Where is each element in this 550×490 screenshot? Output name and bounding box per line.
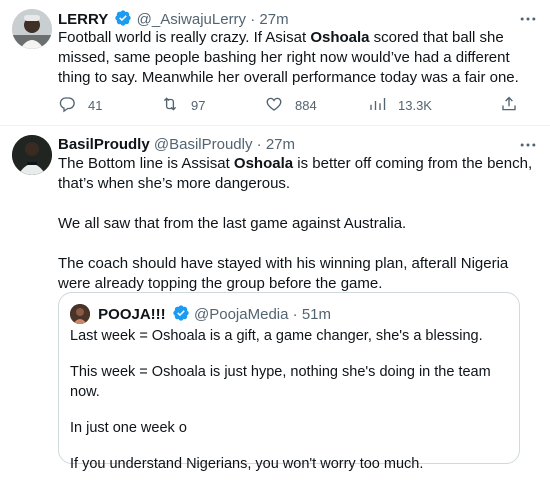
quoted-author-name[interactable]: POOJA!!! [98, 306, 166, 323]
tweet-text-part: Football world is really crazy. If Asisa… [58, 29, 311, 46]
views-button[interactable]: 13.3K [368, 95, 432, 115]
tweet-paragraph: The Bottom line is Assisat Oshoala is be… [58, 154, 538, 194]
tweet-text: Football world is really crazy. If Asisa… [58, 28, 538, 88]
verified-icon [172, 304, 190, 328]
tweet-text: The Bottom line is Assisat Oshoala is be… [58, 154, 538, 294]
like-icon [265, 95, 295, 116]
tweet-text-part: The Bottom line is Assisat [58, 155, 234, 172]
retweet-button[interactable]: 97 [161, 95, 205, 115]
author-name[interactable]: LERRY [58, 11, 108, 28]
retweet-icon [161, 95, 191, 116]
tweet-header: BasilProudly @BasilProudly · 27m [58, 135, 538, 155]
author-name[interactable]: BasilProudly [58, 136, 150, 153]
quoted-paragraph: If you understand Nigerians, you won't w… [70, 456, 424, 472]
tweet-text-highlight: Oshoala [233, 155, 294, 172]
retweet-count: 97 [191, 97, 206, 113]
timestamp[interactable]: 27m [259, 11, 288, 28]
separator-dot: · [292, 306, 298, 323]
quoted-paragraph: This week = Oshoala is just hype, nothin… [70, 364, 491, 400]
share-icon [500, 95, 530, 116]
quoted-paragraph: In just one week o [70, 420, 187, 436]
quoted-tweet-text: Last week = Oshoala is a gift, a game ch… [70, 326, 508, 490]
views-count: 13.3K [398, 97, 432, 113]
quoted-author-handle[interactable]: @PoojaMedia [194, 306, 288, 323]
tweet-actions: 41 97 884 13.3K [58, 95, 538, 115]
separator-dot: · [256, 136, 262, 153]
quoted-avatar[interactable] [70, 304, 90, 324]
timestamp[interactable]: 27m [266, 136, 295, 153]
author-handle[interactable]: @_AsiwajuLerry [137, 11, 246, 28]
views-icon [368, 95, 398, 116]
avatar[interactable] [12, 9, 52, 49]
separator-dot: · [250, 11, 256, 28]
tweet[interactable]: BasilProudly @BasilProudly · 27m The Bot… [0, 126, 550, 472]
author-handle[interactable]: @BasilProudly [154, 136, 253, 153]
quoted-timestamp[interactable]: 51m [302, 306, 331, 323]
tweet-text-highlight: Oshoala [310, 29, 370, 46]
quoted-tweet-header: POOJA!!! @PoojaMedia · 51m [70, 304, 331, 324]
tweet-paragraph: The coach should have stayed with his wi… [58, 255, 509, 292]
tweet-paragraph: We all saw that from the last game again… [58, 215, 407, 232]
like-button[interactable]: 884 [265, 95, 317, 115]
quoted-paragraph: Last week = Oshoala is a gift, a game ch… [70, 328, 483, 344]
more-icon[interactable] [518, 135, 538, 155]
quoted-tweet[interactable]: POOJA!!! @PoojaMedia · 51m Last week = O… [58, 292, 520, 472]
reply-button[interactable]: 41 [58, 95, 102, 115]
reply-icon [58, 95, 88, 116]
share-button[interactable] [500, 95, 530, 115]
tweet-header: LERRY @_AsiwajuLerry · 27m [58, 9, 538, 29]
more-icon[interactable] [518, 9, 538, 29]
tweet[interactable]: LERRY @_AsiwajuLerry · 27m Football worl… [0, 0, 550, 126]
avatar[interactable] [12, 135, 52, 175]
like-count: 884 [295, 97, 317, 113]
reply-count: 41 [88, 97, 103, 113]
